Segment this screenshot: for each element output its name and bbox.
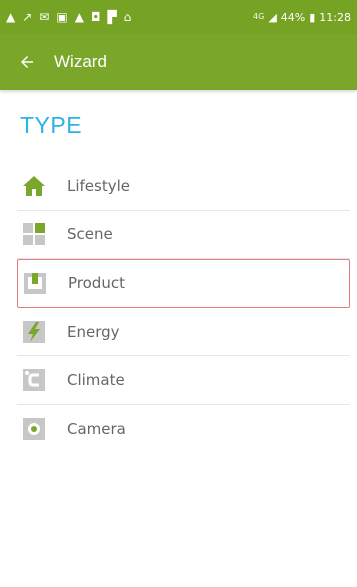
- grid-icon: [19, 219, 49, 249]
- camera-icon: [19, 414, 49, 444]
- signal-icon: ◢: [268, 10, 277, 24]
- app-bar-title: Wizard: [54, 52, 107, 71]
- type-item-label: Lifestyle: [67, 176, 131, 195]
- back-button[interactable]: [0, 34, 54, 90]
- type-item-product[interactable]: Product: [17, 259, 350, 308]
- type-item-label: Energy: [67, 322, 120, 341]
- battery-percent: 44%: [280, 10, 306, 24]
- flipboard-icon: ▛: [107, 10, 117, 24]
- notification-icons: ▲ ↗ ✉ ▣ ▲ ◘ ▛ ⌂: [6, 11, 131, 23]
- image-icon: ▣: [56, 10, 68, 24]
- lock-icon: ⌂: [123, 10, 132, 24]
- mail-icon: ✉: [39, 10, 50, 24]
- type-item-energy[interactable]: Energy: [17, 308, 350, 357]
- type-item-camera[interactable]: Camera: [17, 405, 350, 454]
- photo-icon: ◘: [90, 10, 101, 24]
- type-item-label: Scene: [67, 225, 113, 244]
- type-list: Lifestyle Scene Product Energy Climate C…: [17, 162, 350, 454]
- section-title: TYPE: [20, 112, 83, 138]
- type-item-label: Product: [68, 274, 125, 293]
- battery-icon: ▮: [309, 10, 316, 24]
- arrow-left-icon: [21, 56, 33, 68]
- warning-icon: ▲: [74, 10, 84, 24]
- network-type: 4G: [253, 12, 265, 21]
- type-item-climate[interactable]: Climate: [17, 356, 350, 405]
- type-item-lifestyle[interactable]: Lifestyle: [17, 162, 350, 211]
- missed-call-icon: ↗: [22, 10, 33, 24]
- house-icon: [19, 171, 49, 201]
- type-item-scene[interactable]: Scene: [17, 211, 350, 260]
- app-bar: Wizard: [0, 34, 357, 90]
- warning-icon: ▲: [6, 10, 16, 24]
- type-item-label: Climate: [67, 371, 125, 390]
- status-bar: ▲ ↗ ✉ ▣ ▲ ◘ ▛ ⌂ 4G ◢ 44% ▮ 11:28: [0, 0, 357, 34]
- clock: 11:28: [319, 10, 351, 24]
- status-right: 4G ◢ 44% ▮ 11:28: [253, 11, 351, 24]
- product-box-icon: [20, 268, 50, 298]
- lightning-icon: [19, 317, 49, 347]
- type-item-label: Camera: [67, 420, 126, 439]
- climate-icon: [19, 365, 49, 395]
